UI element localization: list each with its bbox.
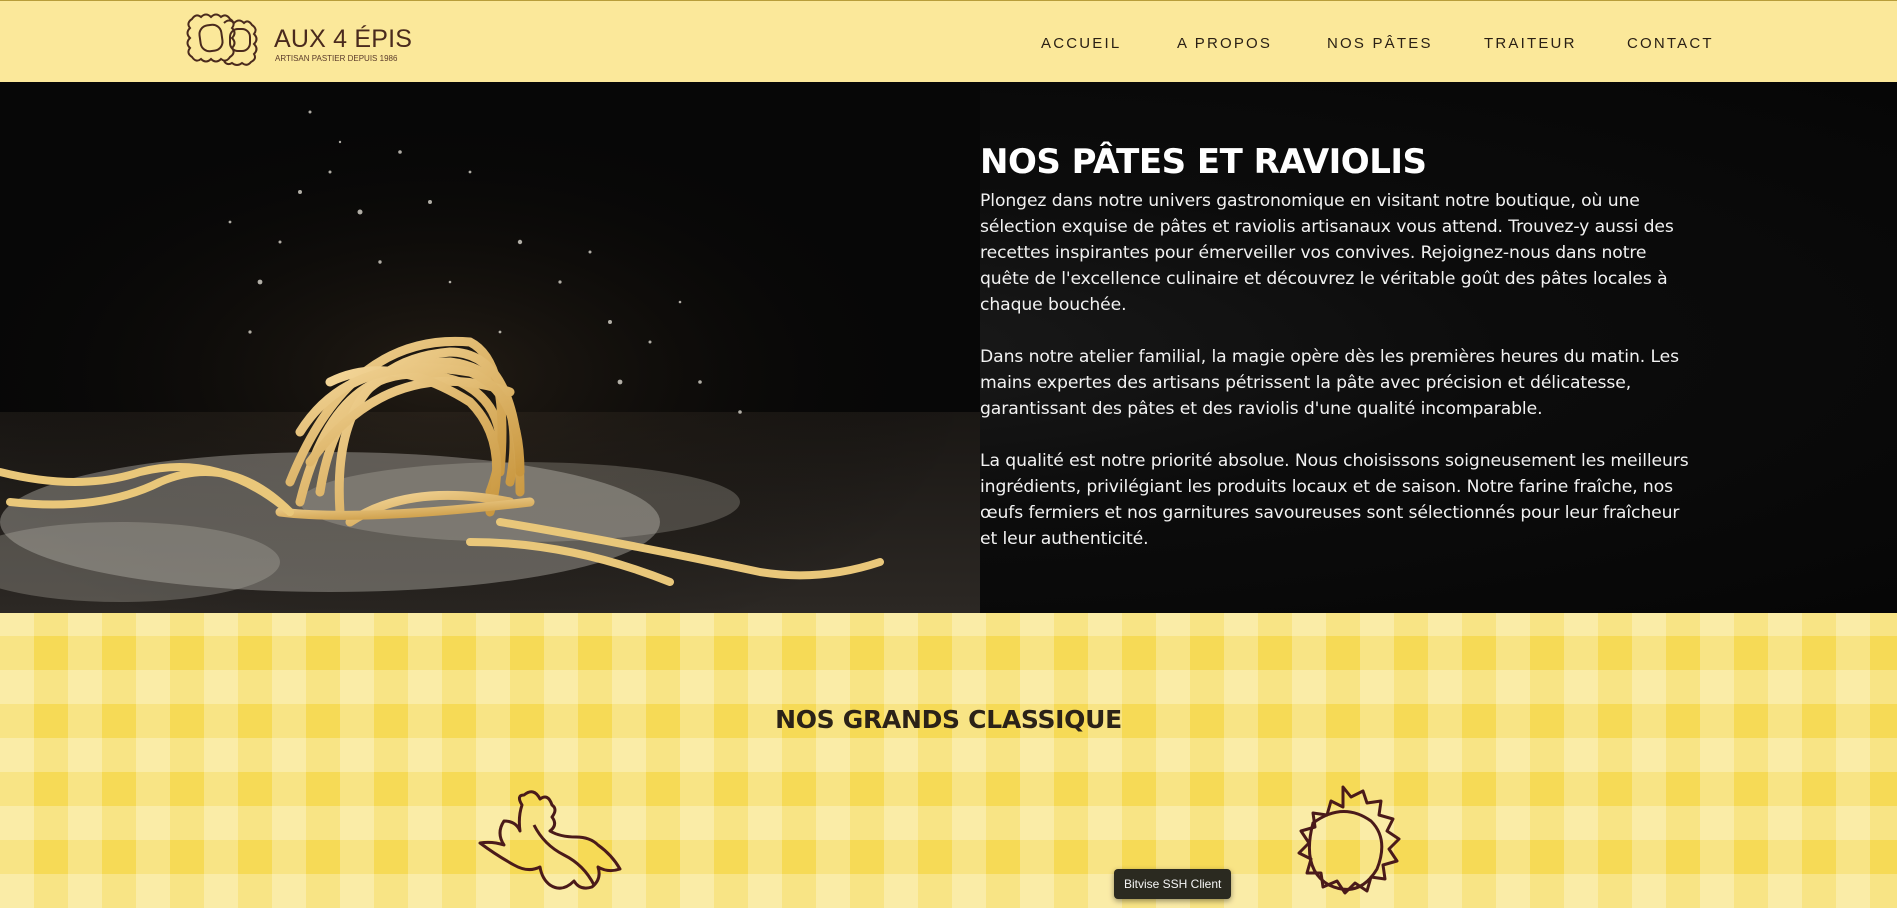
ravioli-logo-icon (186, 13, 258, 66)
hero-content: NOS PÂTES ET RAVIOLIS Plongez dans notre… (980, 142, 1700, 578)
nav-a-propos[interactable]: A PROPOS (1177, 35, 1272, 52)
hero-title: NOS PÂTES ET RAVIOLIS (980, 142, 1427, 182)
logo-title: AUX 4 ÉPIS (274, 25, 413, 53)
classics-title: NOS GRANDS CLASSIQUE (775, 705, 1122, 734)
ravioli-icon[interactable] (1268, 783, 1418, 908)
taskbar-tooltip: Bitvise SSH Client (1114, 869, 1232, 899)
logo[interactable]: AUX 4 ÉPIS ARTISAN PASTIER DEPUIS 1986 (186, 9, 416, 69)
hero-paragraph-2: Dans notre atelier familial, la magie op… (980, 347, 1679, 419)
logo-subtitle: ARTISAN PASTIER DEPUIS 1986 (275, 54, 398, 63)
site-header: AUX 4 ÉPIS ARTISAN PASTIER DEPUIS 1986 A… (0, 0, 1897, 82)
nav-nos-pates[interactable]: NOS PÂTES (1327, 35, 1433, 52)
farfalle-icon[interactable] (476, 785, 628, 908)
classics-section: NOS GRANDS CLASSIQUE (0, 613, 1897, 908)
hero-section: NOS PÂTES ET RAVIOLIS Plongez dans notre… (0, 82, 1897, 613)
hero-paragraph-3: La qualité est notre priorité absolue. N… (980, 451, 1689, 549)
nav-traiteur[interactable]: TRAITEUR (1484, 35, 1577, 52)
nav-contact[interactable]: CONTACT (1627, 35, 1714, 52)
nav-accueil[interactable]: ACCUEIL (1041, 35, 1121, 52)
pasta-photo (0, 82, 980, 613)
hero-paragraph-1: Plongez dans notre univers gastronomique… (980, 191, 1674, 315)
